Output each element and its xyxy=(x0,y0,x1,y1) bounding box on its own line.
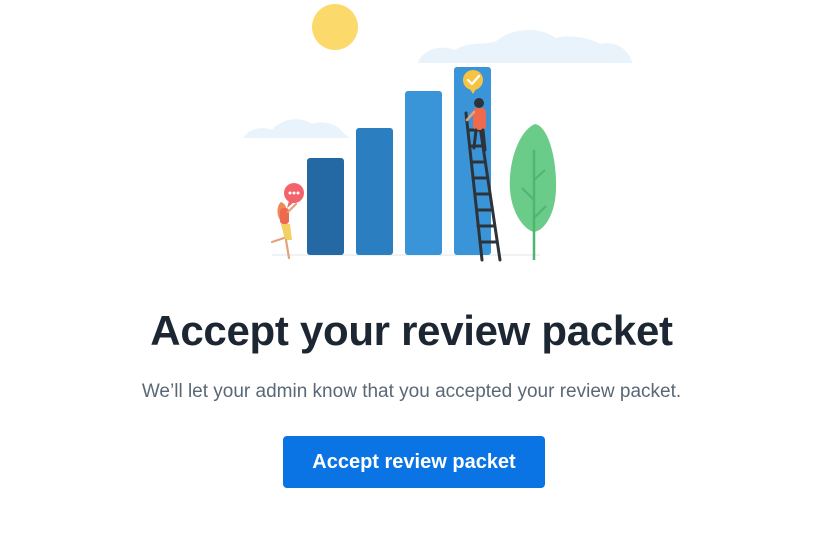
speech-bubble-icon xyxy=(284,183,304,208)
bar-3 xyxy=(405,91,442,255)
sun-icon xyxy=(312,4,358,50)
cloud-icon xyxy=(418,29,632,63)
bar-2 xyxy=(356,128,393,255)
accept-review-packet-button[interactable]: Accept review packet xyxy=(283,436,545,488)
page-subtitle: We’ll let your admin know that you accep… xyxy=(141,381,682,402)
tree-icon xyxy=(509,124,557,260)
page-title: Accept your review packet xyxy=(150,307,673,354)
bar-chart-icon xyxy=(307,67,491,255)
bar-1 xyxy=(307,158,344,255)
cloud-icon-small xyxy=(243,119,350,138)
person-standing-icon xyxy=(270,202,298,260)
growth-illustration xyxy=(243,4,632,262)
